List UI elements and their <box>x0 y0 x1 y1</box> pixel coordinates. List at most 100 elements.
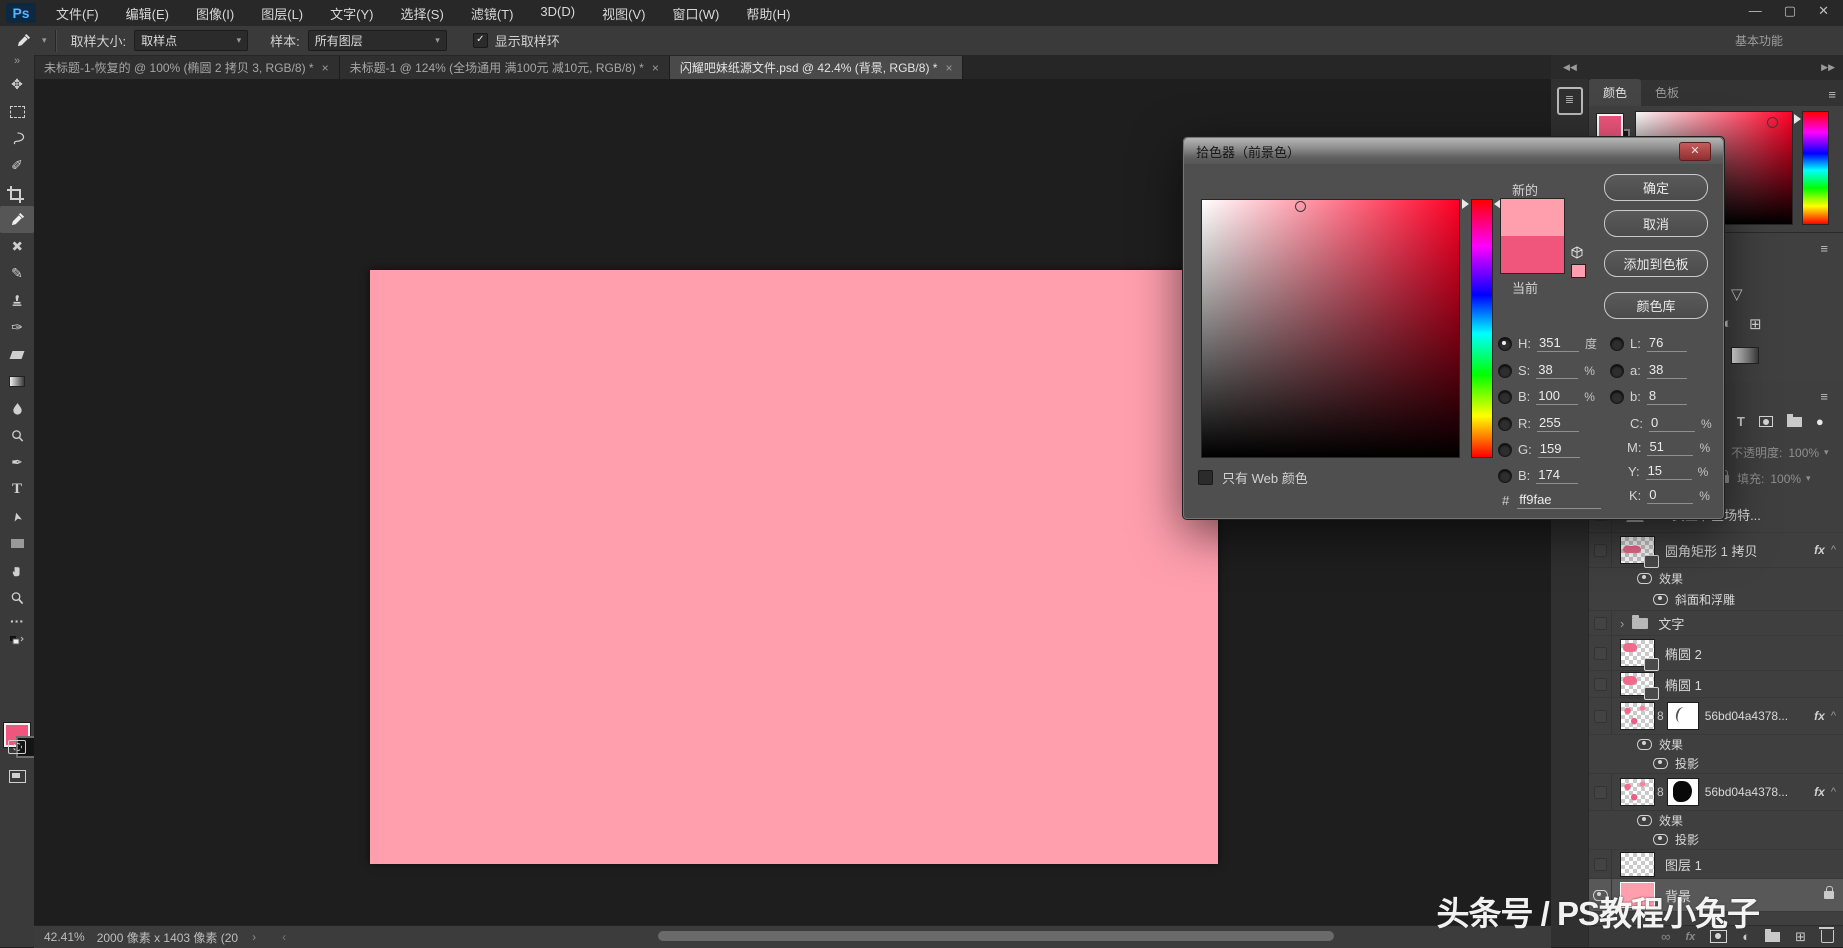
effect-row[interactable]: 斜面和浮雕 <box>1589 588 1843 611</box>
color-libraries-button[interactable]: 颜色库 <box>1604 292 1708 319</box>
visibility-toggle[interactable] <box>1589 774 1612 810</box>
menu-select[interactable]: 选择(S) <box>400 4 443 23</box>
b-field[interactable] <box>1536 388 1578 405</box>
eraser-tool[interactable] <box>0 341 34 368</box>
eye-icon[interactable] <box>1637 739 1652 750</box>
path-selection-tool[interactable]: ➤ <box>0 503 34 530</box>
g-field[interactable] <box>1538 441 1580 458</box>
layer-thumbnail[interactable] <box>1620 536 1655 564</box>
close-icon[interactable]: × <box>322 61 329 75</box>
visibility-toggle[interactable] <box>1589 671 1612 697</box>
hue-marker-icon[interactable] <box>1794 114 1801 124</box>
layer-thumbnail[interactable] <box>1620 778 1655 806</box>
workspace-switcher[interactable]: 基本功能 <box>1735 32 1783 49</box>
sample-dropdown[interactable]: 所有图层▾ <box>308 30 447 51</box>
hue-slider-left-arrow-icon[interactable] <box>1462 199 1469 209</box>
visibility-toggle[interactable] <box>1589 533 1612 567</box>
l-field[interactable] <box>1647 335 1687 352</box>
move-tool[interactable]: ✥ <box>0 71 34 98</box>
show-sampling-ring-checkbox[interactable]: ✓ <box>473 33 488 48</box>
l-radio[interactable] <box>1610 337 1624 351</box>
visibility-toggle[interactable] <box>1589 636 1612 670</box>
adjustment-icon[interactable]: ◐ <box>1723 315 1732 332</box>
layer-row[interactable]: 8 56bd04a4378... fx ^ <box>1589 774 1843 811</box>
status-arrow-icon[interactable]: › <box>252 930 256 944</box>
fill-value[interactable]: 100% <box>1770 472 1801 486</box>
chevron-down-icon[interactable]: ▾ <box>1824 447 1829 458</box>
panel-foreground-swatch[interactable] <box>1597 114 1623 138</box>
menu-filter[interactable]: 滤镜(T) <box>471 4 514 23</box>
saturation-brightness-field[interactable] <box>1201 199 1460 458</box>
collapsed-panel-icon[interactable]: ≣ <box>1557 87 1583 115</box>
b-radio[interactable] <box>1498 390 1512 404</box>
layer-mask-thumbnail[interactable] <box>1667 778 1699 806</box>
ok-button[interactable]: 确定 <box>1604 174 1708 201</box>
s-radio[interactable] <box>1498 364 1512 378</box>
dialog-close-icon[interactable]: ✕ <box>1679 142 1711 161</box>
grid-icon[interactable]: ⊞ <box>1749 315 1762 333</box>
effect-row[interactable]: 效果 <box>1589 811 1843 829</box>
r-field[interactable] <box>1537 415 1579 432</box>
filter-smart-object-icon[interactable] <box>1787 417 1802 427</box>
layer-thumbnail[interactable] <box>1620 639 1655 667</box>
horizontal-scrollbar[interactable] <box>658 931 1334 941</box>
m-field[interactable] <box>1647 439 1693 456</box>
chevron-down-icon[interactable]: ▾ <box>1806 473 1811 484</box>
color-cube-marker[interactable] <box>1767 117 1778 128</box>
group-collapsed-icon[interactable]: › <box>1620 616 1624 631</box>
gradient-swatch-icon[interactable] <box>1731 347 1759 364</box>
spot-healing-brush-tool[interactable]: ✚ <box>0 233 34 260</box>
dialog-title-bar[interactable]: 拾色器（前景色） <box>1184 138 1723 164</box>
rectangular-marquee-tool[interactable] <box>0 98 34 125</box>
layer-thumbnail[interactable] <box>1620 852 1655 877</box>
expand-panels-icon[interactable]: ▶▶ <box>1821 62 1835 73</box>
layer-group-row[interactable]: › 文字 <box>1589 611 1843 636</box>
type-tool[interactable]: T <box>0 476 34 503</box>
pen-tool[interactable]: ✒ <box>0 449 34 476</box>
menu-help[interactable]: 帮助(H) <box>746 4 790 23</box>
cancel-button[interactable]: 取消 <box>1604 210 1708 237</box>
default-colors-icon[interactable] <box>0 631 34 651</box>
b2-radio[interactable] <box>1498 469 1512 483</box>
eye-icon[interactable] <box>1653 758 1668 769</box>
filter-shape-icon[interactable] <box>1759 416 1773 427</box>
filter-type-icon[interactable]: T <box>1737 414 1745 429</box>
s-field[interactable] <box>1536 362 1578 379</box>
web-safe-swatch[interactable] <box>1571 264 1586 278</box>
bb-radio[interactable] <box>1610 390 1624 404</box>
effect-row[interactable]: 效果 <box>1589 568 1843 588</box>
menu-3d[interactable]: 3D(D) <box>540 4 575 23</box>
clone-stamp-tool[interactable] <box>0 287 34 314</box>
web-only-checkbox[interactable] <box>1198 470 1213 485</box>
menu-image[interactable]: 图像(I) <box>196 4 234 23</box>
close-icon[interactable]: × <box>945 61 952 75</box>
layer-row[interactable]: 8 56bd04a4378... fx ^ <box>1589 698 1843 735</box>
layer-row[interactable]: 圆角矩形 1 拷贝 fx ^ <box>1589 533 1843 568</box>
eye-icon[interactable] <box>1653 834 1668 845</box>
h-radio[interactable] <box>1498 337 1512 351</box>
triangle-icon[interactable]: ▽ <box>1731 285 1743 303</box>
fx-icon[interactable]: fx <box>1814 709 1825 723</box>
gradient-tool[interactable] <box>0 368 34 395</box>
collapse-effects-icon[interactable]: ^ <box>1831 544 1836 556</box>
close-icon[interactable]: × <box>652 61 659 75</box>
a-radio[interactable] <box>1610 364 1624 378</box>
quick-selection-tool[interactable]: ✐ <box>0 152 34 179</box>
eye-icon[interactable] <box>1653 594 1668 605</box>
menu-edit[interactable]: 编辑(E) <box>126 4 169 23</box>
b2-field[interactable] <box>1536 467 1578 484</box>
lasso-tool[interactable] <box>0 125 34 152</box>
color-marker[interactable] <box>1295 201 1306 212</box>
a-field[interactable] <box>1647 362 1687 379</box>
document-tab[interactable]: 未标题-1 @ 124% (全场通用 满100元 减10元, RGB/8) * … <box>340 56 670 79</box>
c-field[interactable] <box>1649 415 1695 432</box>
layer-row[interactable]: 椭圆 1 <box>1589 671 1843 698</box>
effect-row[interactable]: 投影 <box>1589 829 1843 850</box>
add-to-swatches-button[interactable]: 添加到色板 <box>1604 250 1708 277</box>
crop-tool[interactable] <box>0 179 34 206</box>
opacity-value[interactable]: 100% <box>1788 446 1819 460</box>
menu-window[interactable]: 窗口(W) <box>672 4 719 23</box>
sample-size-dropdown[interactable]: 取样点▾ <box>134 30 248 51</box>
hue-slider[interactable] <box>1471 199 1493 458</box>
edit-toolbar-icon[interactable]: ··· <box>0 611 34 631</box>
